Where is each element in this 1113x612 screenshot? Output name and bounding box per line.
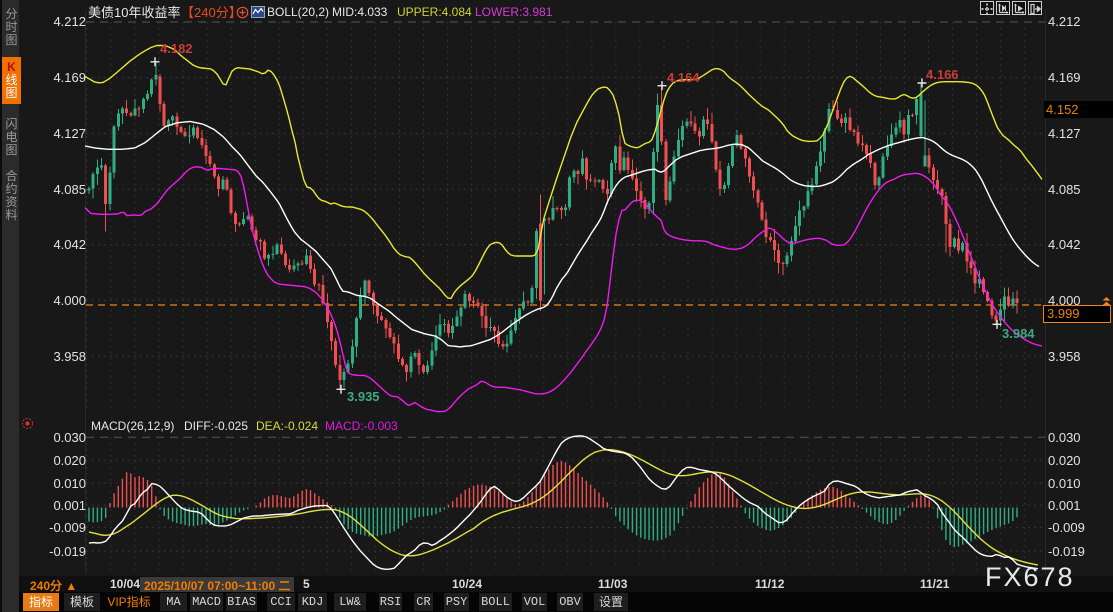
svg-text:3.935: 3.935 [347,389,380,404]
svg-text:4.182: 4.182 [160,41,193,56]
svg-text:4.166: 4.166 [926,67,959,82]
svg-text:3.984: 3.984 [1002,326,1035,341]
svg-text:4.164: 4.164 [667,70,700,85]
